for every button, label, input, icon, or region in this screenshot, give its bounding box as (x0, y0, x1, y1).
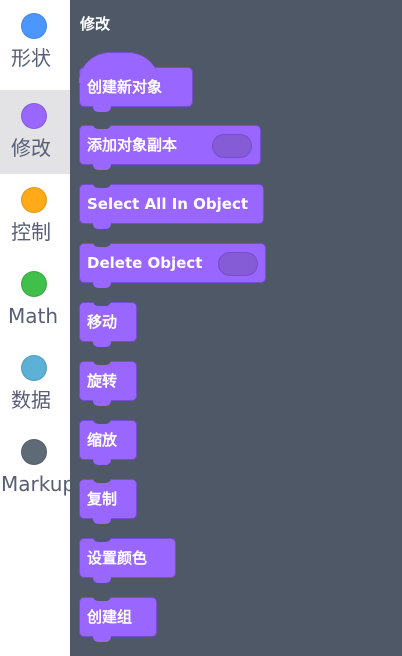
category-markup-label: Markup (1, 472, 70, 496)
flyout-category-title: 修改 (80, 15, 111, 33)
block-duplicate[interactable]: 复制 (79, 478, 137, 524)
category-shapes[interactable]: 形状 (0, 0, 70, 84)
block-create-new-object[interactable]: 创建新对象 (79, 52, 193, 112)
block-create-group[interactable]: 创建组 (79, 596, 157, 642)
category-math[interactable]: Math (0, 258, 70, 342)
block-label: 复制 (87, 490, 118, 508)
block-flyout: 修改 创建新对象 添加对象副本 Select All In Object Del… (70, 0, 402, 656)
block-label: 设置颜色 (87, 549, 148, 567)
category-control-label: 控制 (11, 220, 51, 244)
category-markup[interactable]: Markup (0, 426, 70, 510)
category-math-dot-icon (21, 271, 47, 297)
block-scale[interactable]: 缩放 (79, 419, 137, 465)
block-delete-object[interactable]: Delete Object (79, 242, 266, 288)
category-data-label: 数据 (11, 388, 51, 412)
category-shapes-label: 形状 (11, 46, 51, 70)
block-set-color[interactable]: 设置颜色 (79, 537, 176, 583)
block-label: 缩放 (87, 431, 118, 449)
block-label: 创建新对象 (87, 78, 163, 96)
block-move[interactable]: 移动 (79, 301, 137, 347)
block-input-slot[interactable] (212, 134, 252, 158)
category-markup-dot-icon (21, 439, 47, 465)
block-label: Select All In Object (87, 195, 249, 213)
block-select-all-in-object[interactable]: Select All In Object (79, 183, 264, 229)
category-data[interactable]: 数据 (0, 342, 70, 426)
category-data-dot-icon (21, 355, 47, 381)
category-modify[interactable]: 修改 (0, 90, 70, 174)
block-label: 移动 (87, 313, 118, 331)
block-label: 添加对象副本 (87, 136, 178, 154)
block-input-slot[interactable] (218, 252, 258, 276)
blocks-palette: 形状 修改 控制 Math 数据 Markup 修改 创建新对象 添加对象副本 (0, 0, 402, 656)
block-label: 创建组 (87, 608, 133, 626)
category-shapes-dot-icon (21, 13, 47, 39)
block-rotate[interactable]: 旋转 (79, 360, 137, 406)
category-control[interactable]: 控制 (0, 174, 70, 258)
category-math-label: Math (8, 304, 59, 328)
category-sidebar: 形状 修改 控制 Math 数据 Markup (0, 0, 70, 656)
category-modify-label: 修改 (11, 136, 51, 160)
category-modify-dot-icon (21, 103, 47, 129)
block-label: 旋转 (87, 372, 118, 390)
block-add-object-copy[interactable]: 添加对象副本 (79, 124, 261, 170)
category-control-dot-icon (21, 187, 47, 213)
block-label: Delete Object (87, 254, 203, 272)
